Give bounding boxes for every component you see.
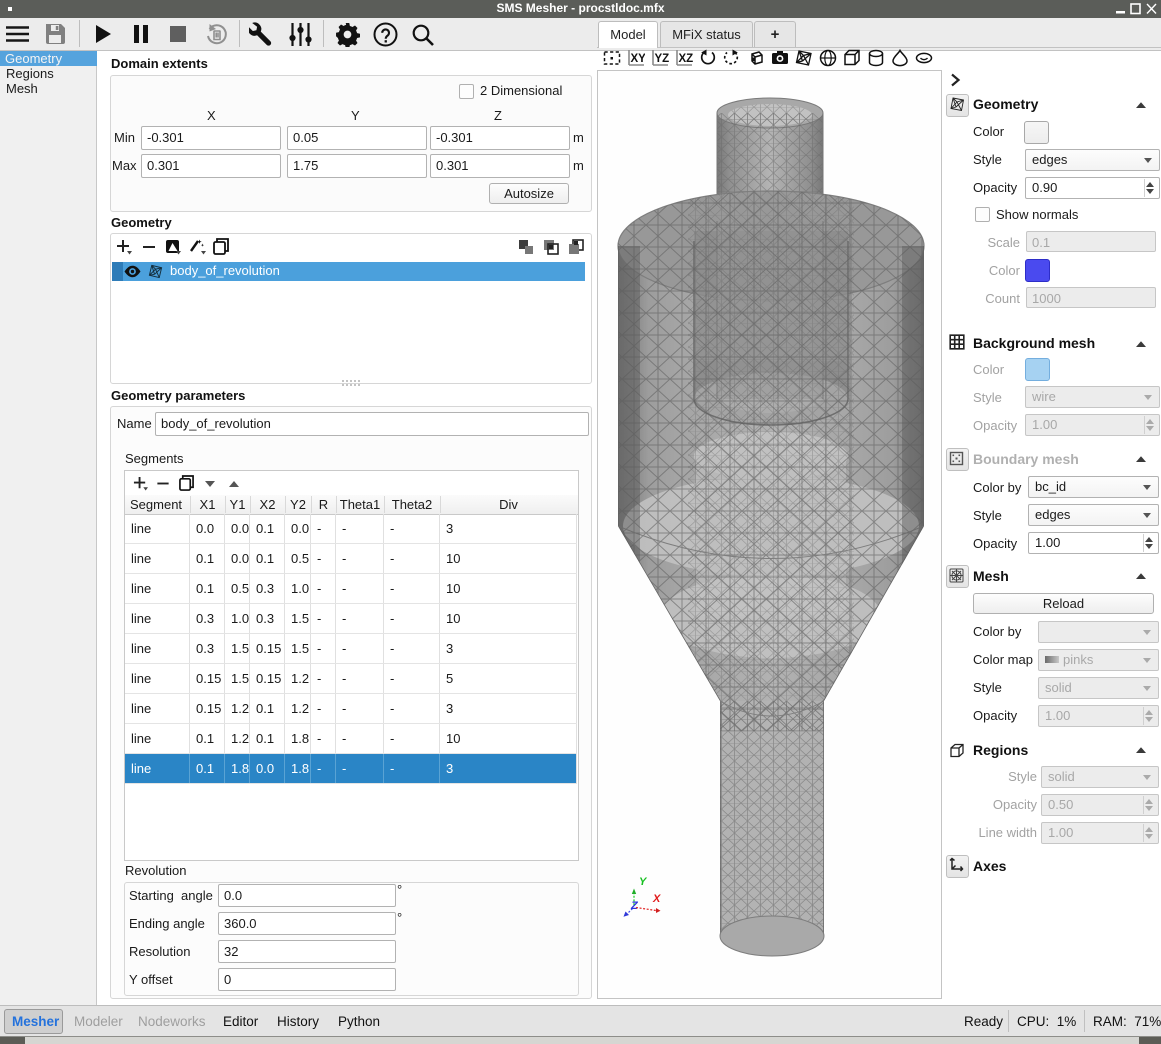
- svg-text:XY: XY: [631, 53, 646, 65]
- svg-text:Y: Y: [639, 876, 648, 888]
- svg-text:XZ: XZ: [679, 53, 694, 65]
- svg-text:X: X: [652, 893, 661, 905]
- svg-text:YZ: YZ: [655, 53, 670, 65]
- svg-text:Z: Z: [630, 900, 639, 912]
